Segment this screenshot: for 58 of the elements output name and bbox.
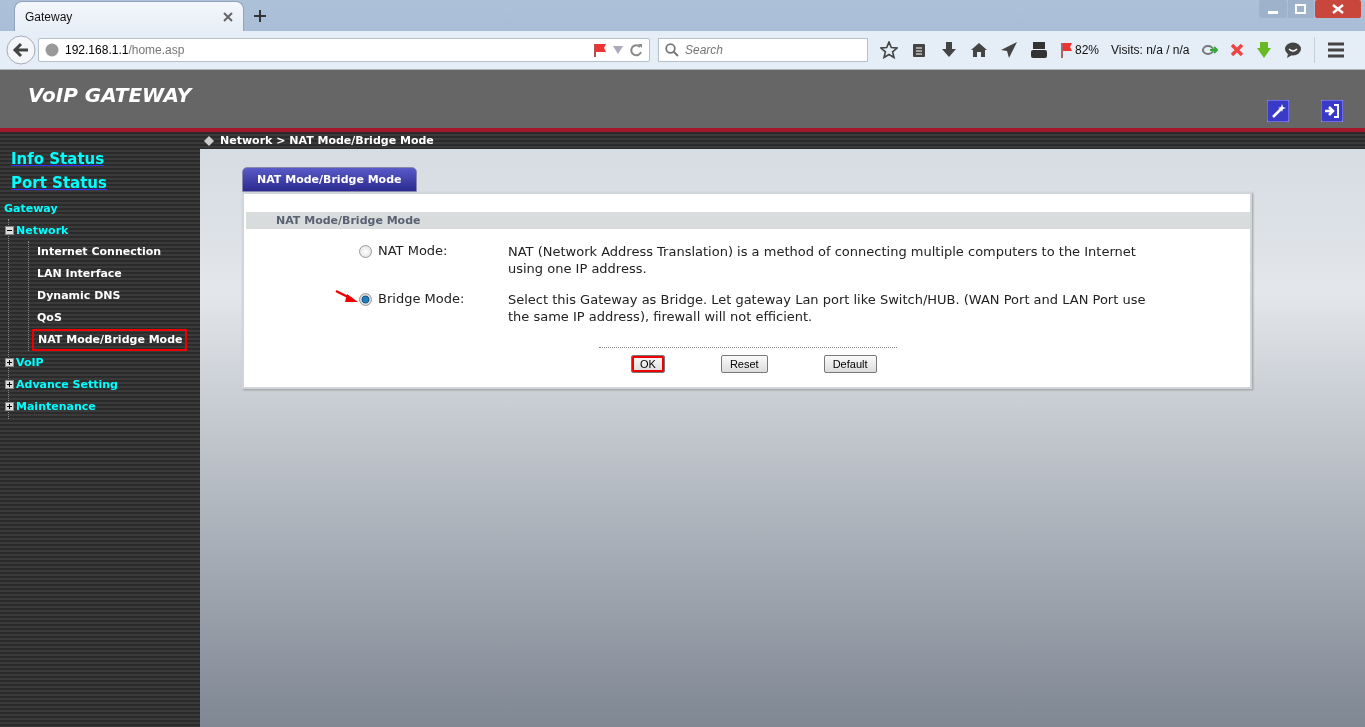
chat-bubble-icon[interactable] (1283, 41, 1302, 59)
home-icon[interactable] (970, 41, 988, 59)
plus-icon[interactable] (254, 10, 266, 22)
plus-box-icon[interactable] (5, 379, 14, 389)
tree-item[interactable]: QoS (29, 307, 65, 329)
browser-tab[interactable]: Gateway (14, 1, 244, 31)
action-button[interactable]: OK (631, 355, 665, 373)
flag-icon[interactable] (1060, 42, 1072, 58)
menu-icon[interactable] (1326, 42, 1345, 58)
clipboard-icon[interactable] (910, 41, 928, 59)
download-arrow-icon[interactable] (940, 41, 958, 59)
wand-icon[interactable] (1267, 100, 1289, 122)
option-description: Select this Gateway as Bridge. Let gateway Lan port like Switch/HUB. (WAN Port and LAN Port use the same IP address), firewall will not efficient. (508, 291, 1147, 325)
tree-item[interactable]: NAT Mode/Bridge Mode (32, 329, 187, 351)
sidebar-link[interactable]: Info Status (11, 150, 105, 168)
search-icon[interactable] (665, 43, 679, 57)
app-title: VoIP GATEWAY (28, 83, 192, 107)
globe-icon[interactable] (45, 43, 59, 57)
action-button[interactable]: Default (823, 355, 877, 373)
plus-box-icon[interactable] (5, 401, 14, 411)
breadcrumb: Network > NAT Mode/Bridge Mode (220, 134, 434, 147)
close-icon[interactable] (1315, 0, 1361, 18)
tree-item[interactable]: Internet Connection (29, 241, 165, 263)
close-icon[interactable] (223, 11, 233, 22)
tree-item[interactable]: Maintenance (16, 399, 96, 413)
reload-icon[interactable] (629, 43, 643, 57)
paper-plane-icon[interactable] (1000, 41, 1018, 59)
option-label: NAT Mode: (378, 243, 449, 258)
zoom-level: 82% (1075, 43, 1100, 57)
tree-item[interactable]: Advance Setting (16, 377, 118, 391)
cross-icon[interactable] (1229, 43, 1244, 57)
option-label: Bridge Mode: (378, 291, 466, 306)
address-bar[interactable]: 192.168.1.1/home.asp (38, 38, 650, 62)
panel-tab[interactable]: NAT Mode/Bridge Mode (242, 167, 417, 192)
visits-counter: Visits: n/a / n/a (1111, 43, 1190, 57)
tree-item[interactable]: Network (16, 223, 69, 237)
minus-box-icon[interactable] (5, 225, 14, 235)
pointer-arrow-icon[interactable] (335, 289, 359, 303)
radio-button[interactable] (359, 293, 372, 306)
sidebar-link[interactable]: Port Status (11, 174, 107, 192)
plus-box-icon[interactable] (5, 357, 14, 367)
tree-item[interactable]: VoIP (16, 355, 44, 369)
tree-item[interactable]: Dynamic DNS (29, 285, 124, 307)
radio-button[interactable] (359, 245, 372, 258)
exit-door-icon[interactable] (1321, 100, 1343, 122)
search-input[interactable]: Search (685, 43, 855, 57)
action-button[interactable]: Reset (720, 355, 768, 373)
flag-icon[interactable] (593, 43, 607, 57)
tab-title: Gateway (25, 9, 74, 24)
option-description: NAT (Network Address Translation) is a method of connecting multiple computers to the Internet using one IP address. (508, 243, 1137, 277)
diamond-icon[interactable] (204, 135, 214, 146)
url-text: 192.168.1.1/home.asp (65, 43, 185, 57)
section-header: NAT Mode/Bridge Mode (246, 212, 1250, 229)
link-icon[interactable] (1201, 43, 1218, 57)
search-field[interactable]: Search (658, 38, 868, 62)
tree-item[interactable]: LAN Interface (29, 263, 125, 285)
sidebar-heading: Gateway (4, 202, 58, 215)
star-icon[interactable] (880, 41, 898, 59)
